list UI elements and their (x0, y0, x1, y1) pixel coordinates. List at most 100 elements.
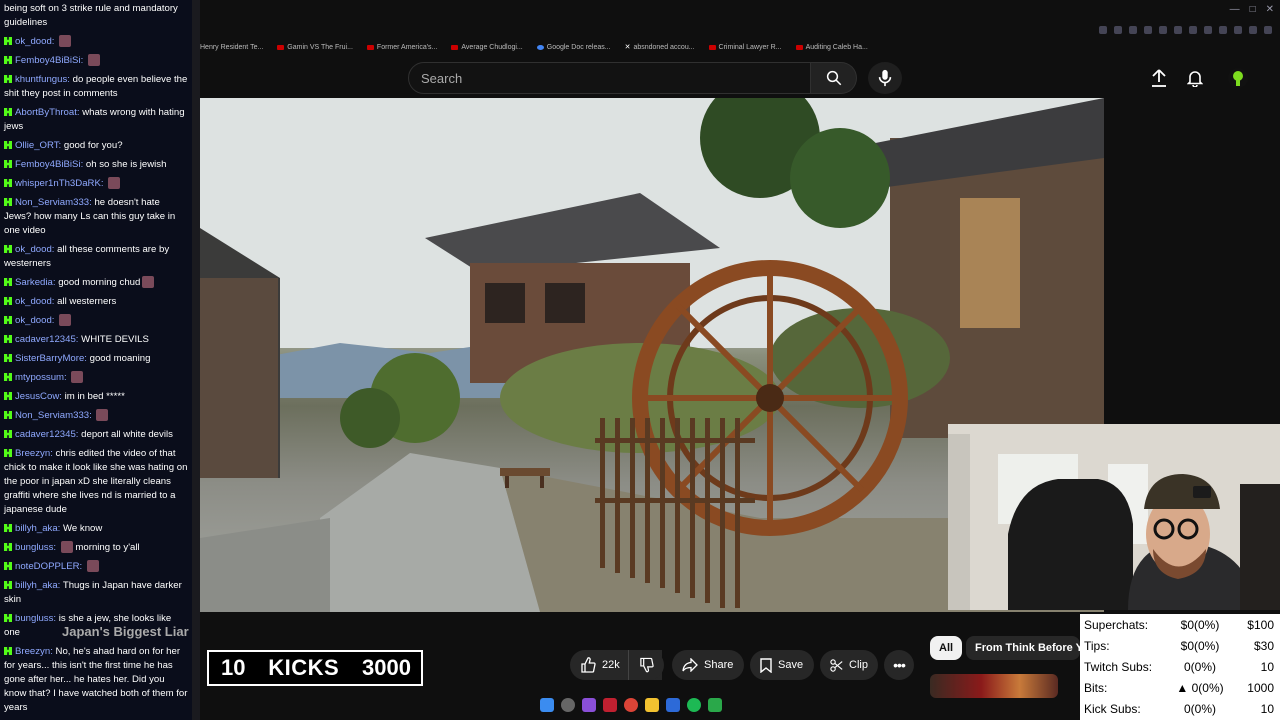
windows-start-icon[interactable] (540, 698, 554, 712)
chat-username[interactable]: ok_dood: (15, 315, 54, 326)
chat-message: bungluss: morning to y'all (0, 539, 192, 558)
app-icon[interactable] (708, 698, 722, 712)
extension-icon[interactable] (1249, 26, 1257, 34)
window-controls[interactable]: — □ ✕ (1230, 4, 1274, 15)
bookmark[interactable]: Auditing Caleb Ha... (795, 40, 868, 54)
chat-username[interactable]: whisper1nTh3DaRK: (15, 178, 104, 189)
menu-icon[interactable] (1264, 26, 1272, 34)
bookmark[interactable]: Former America's... (366, 40, 437, 54)
browser-icon[interactable] (624, 698, 638, 712)
chat-username[interactable]: cadaver12345: (15, 429, 78, 440)
search-button[interactable] (811, 62, 857, 94)
voice-search-button[interactable] (868, 62, 902, 94)
chat-username[interactable]: Non_Serviam333: (15, 410, 92, 421)
more-actions-button[interactable]: ••• (884, 650, 914, 680)
bits-icon: ▲ (1176, 680, 1192, 695)
more-icon: ••• (893, 657, 906, 673)
zoom-icon[interactable] (1099, 26, 1107, 34)
kick-badge-icon (4, 160, 12, 168)
chat-username[interactable]: khuntfungus: (15, 74, 70, 85)
chip-from-channel[interactable]: From Think Before You (966, 636, 1080, 660)
stats-row-kick-subs: Kick Subs: 0(0%) 10 (1084, 701, 1274, 716)
stats-row-superchats: Superchats: $0(0%) $100 (1084, 617, 1274, 632)
chat-message: JesusCow: im in bed ***** (0, 388, 192, 407)
chat-username[interactable]: Sarkedia: (15, 277, 56, 288)
chip-all[interactable]: All (930, 636, 963, 660)
extension-icon[interactable] (1234, 26, 1242, 34)
chat-username[interactable]: Breezyn: (15, 448, 53, 459)
emote-icon (108, 177, 121, 189)
extension-icon[interactable] (1144, 26, 1152, 34)
microphone-icon (878, 69, 892, 87)
save-button[interactable]: Save (750, 650, 814, 680)
minimize-icon[interactable]: — (1230, 4, 1240, 15)
chat-username[interactable]: Ollie_ORT: (15, 140, 61, 151)
chat-username[interactable]: bungluss: (15, 613, 56, 624)
chat-username[interactable]: cadaver12345: (15, 334, 78, 345)
bookmark[interactable]: Google Doc releas... (536, 40, 611, 54)
bookmark[interactable]: Criminal Lawyer R... (708, 40, 782, 54)
clip-button[interactable]: Clip (820, 650, 878, 680)
extension-icon[interactable] (1114, 26, 1122, 34)
chat-username[interactable]: ok_dood: (15, 36, 54, 47)
chat-username[interactable]: Femboy4BiBiSi: (15, 159, 83, 170)
chat-message: ok_dood: (0, 312, 192, 331)
emote-icon (59, 314, 72, 326)
kicks-goal-widget: 10 KICKS 3000 (207, 650, 423, 686)
chat-message: SisterBarryMore: good moaning (0, 350, 192, 369)
extension-icon[interactable] (1159, 26, 1167, 34)
extension-icon[interactable] (1204, 26, 1212, 34)
stats-row-bits: Bits: ▲ 0(0%) 1000 (1084, 680, 1274, 695)
app-icon[interactable] (666, 698, 680, 712)
video-title: Japan's Biggest Liar (62, 624, 189, 639)
chat-username[interactable]: Femboy4BiBiSi: (15, 55, 83, 66)
chat-panel: being soft on 3 strike rule and mandator… (0, 0, 192, 720)
chat-username[interactable]: JesusCow: (15, 391, 62, 402)
kick-badge-icon (4, 524, 12, 532)
chat-username[interactable]: billyh_aka: (15, 580, 60, 591)
kicks-goal: 3000 (362, 655, 411, 680)
avatar[interactable] (1226, 66, 1250, 90)
extension-icon[interactable] (1219, 26, 1227, 34)
app-icon[interactable] (603, 698, 617, 712)
spotify-icon[interactable] (687, 698, 701, 712)
chat-username[interactable]: billyh_aka: (15, 523, 60, 534)
bookmark[interactable]: Average Chudlogi... (451, 40, 523, 54)
thumbs-down-icon (640, 657, 654, 673)
close-icon[interactable]: ✕ (1266, 4, 1274, 15)
search-input[interactable] (409, 63, 834, 93)
upload-button[interactable] (1147, 66, 1171, 90)
chat-username[interactable]: noteDOPPLER: (15, 561, 82, 572)
extension-icon[interactable] (1174, 26, 1182, 34)
kick-badge-icon (4, 108, 12, 116)
chat-username[interactable]: Breezyn: (15, 646, 53, 657)
maximize-icon[interactable]: □ (1250, 4, 1256, 15)
chat-username[interactable]: ok_dood: (15, 244, 54, 255)
kick-badge-icon (4, 245, 12, 253)
chat-username[interactable]: Non_Serviam333: (15, 197, 92, 208)
notifications-button[interactable] (1183, 66, 1207, 90)
dislike-button[interactable] (628, 650, 664, 680)
bookmark[interactable]: Gamin VS The Frui... (277, 40, 353, 54)
chat-message: Non_Serviam333: he doesn't hate Jews? ho… (4, 197, 176, 236)
bookmark[interactable]: ✕ absndoned accou... (625, 40, 695, 54)
bookmark[interactable]: Henry Resident Te... (200, 40, 263, 54)
search-icon (826, 70, 841, 86)
app-icon[interactable] (582, 698, 596, 712)
chat-message: ok_dood: (0, 33, 192, 52)
explorer-icon[interactable] (645, 698, 659, 712)
share-button[interactable]: Share (672, 650, 744, 680)
taskbar (540, 698, 722, 712)
chat-username[interactable]: mtypossum: (15, 372, 67, 383)
related-video-thumbnail[interactable] (930, 674, 1058, 698)
chat-username[interactable]: bungluss: (15, 542, 56, 553)
search-icon[interactable] (561, 698, 575, 712)
chat-username[interactable]: SisterBarryMore: (15, 353, 87, 364)
extension-icon[interactable] (1189, 26, 1197, 34)
emote-icon (87, 54, 100, 66)
extension-icon[interactable] (1129, 26, 1137, 34)
chat-username[interactable]: AbortByThroat: (15, 107, 80, 118)
chat-scrollbar[interactable] (192, 0, 200, 720)
kick-badge-icon (4, 647, 12, 655)
chat-username[interactable]: ok_dood: (15, 296, 54, 307)
